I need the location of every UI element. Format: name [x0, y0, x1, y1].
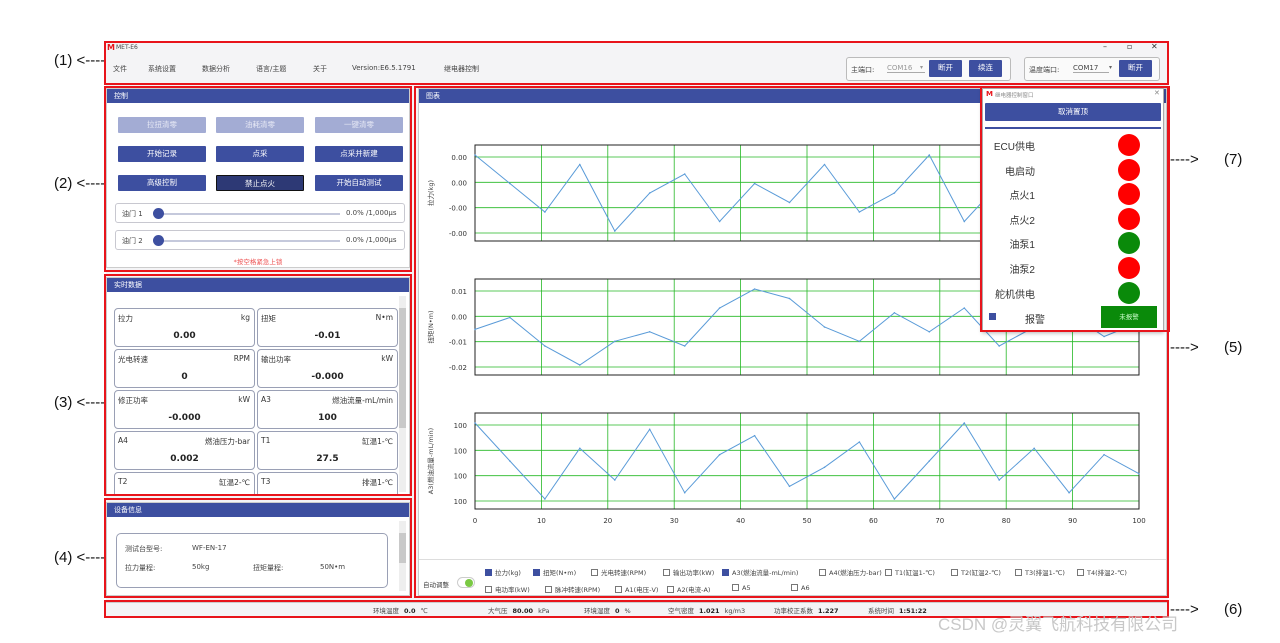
annotation-box-4 [104, 498, 412, 598]
annotation-6: (6) [1224, 601, 1243, 618]
annotation-7-arrow: ----> [1170, 151, 1199, 168]
watermark: CSDN @灵翼飞航科技有限公司 [938, 615, 1179, 634]
annotation-1: (1) <---- [54, 52, 106, 69]
annotation-box-3 [104, 274, 412, 496]
annotation-4: (4) <---- [54, 549, 106, 566]
annotation-2: (2) <---- [54, 175, 106, 192]
annotation-box-1 [104, 41, 1169, 85]
annotation-5-arrow: ----> [1170, 339, 1199, 356]
annotation-7: (7) [1224, 151, 1243, 168]
annotation-5: (5) [1224, 339, 1243, 356]
annotation-3: (3) <---- [54, 394, 106, 411]
annotation-box-2 [104, 86, 412, 272]
annotation-box-7 [980, 86, 1170, 332]
